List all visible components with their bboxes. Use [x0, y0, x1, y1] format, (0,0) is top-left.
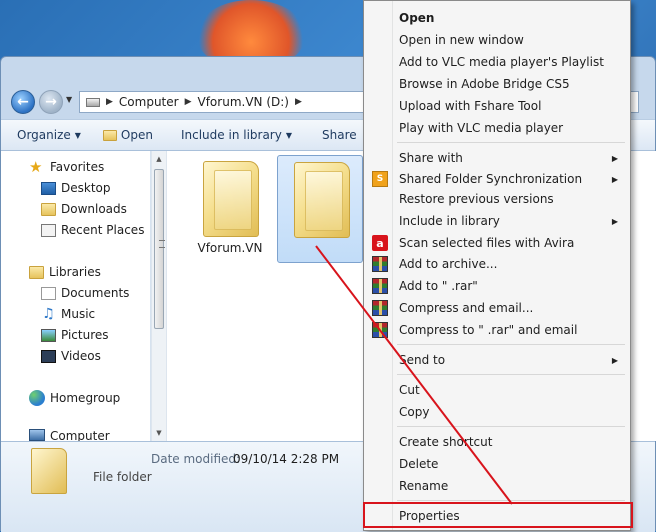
- annotation-arrow-line: [315, 245, 513, 505]
